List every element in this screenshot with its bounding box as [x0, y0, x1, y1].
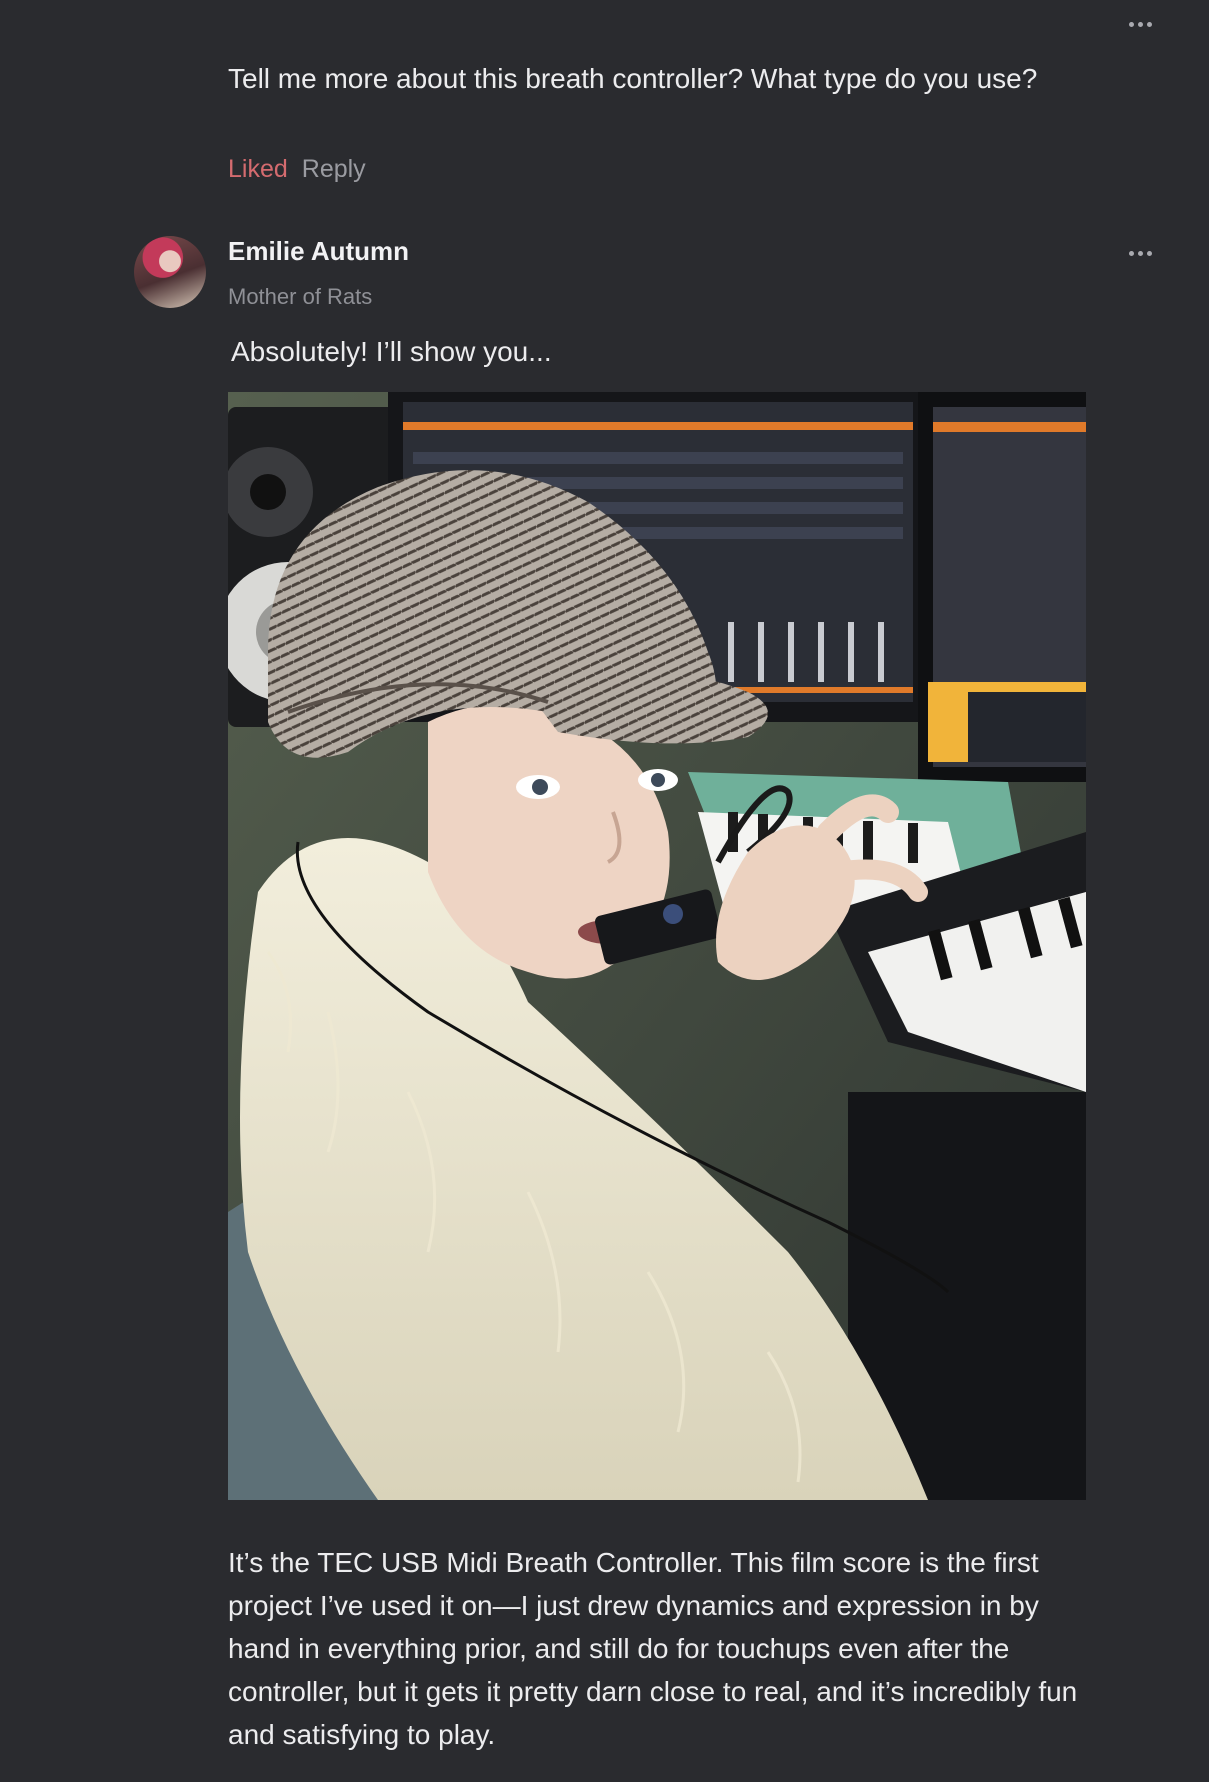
author-name[interactable]: Emilie Autumn: [228, 236, 409, 267]
more-horizontal-icon: [1128, 250, 1134, 256]
author-title: Mother of Rats: [228, 284, 373, 309]
more-horizontal-icon: [1128, 21, 1134, 27]
comment-actions: Liked Reply: [228, 155, 366, 184]
comment-photo[interactable]: [228, 392, 1086, 1500]
comment-body: Tell me more about this breath controlle…: [228, 63, 1038, 94]
comment-thread: Tell me more about this breath controlle…: [0, 0, 1209, 1782]
reply-button[interactable]: Reply: [302, 155, 366, 184]
liked-button[interactable]: Liked: [228, 155, 288, 184]
comment-body: It’s the TEC USB Midi Breath Controller.…: [228, 1547, 1078, 1750]
comment-more-button[interactable]: [1120, 241, 1160, 265]
comment-body: Absolutely! I’ll show you...: [231, 336, 552, 367]
avatar[interactable]: [134, 236, 206, 308]
photo-illustration: [228, 392, 1086, 1500]
comment-more-button[interactable]: [1120, 12, 1160, 36]
